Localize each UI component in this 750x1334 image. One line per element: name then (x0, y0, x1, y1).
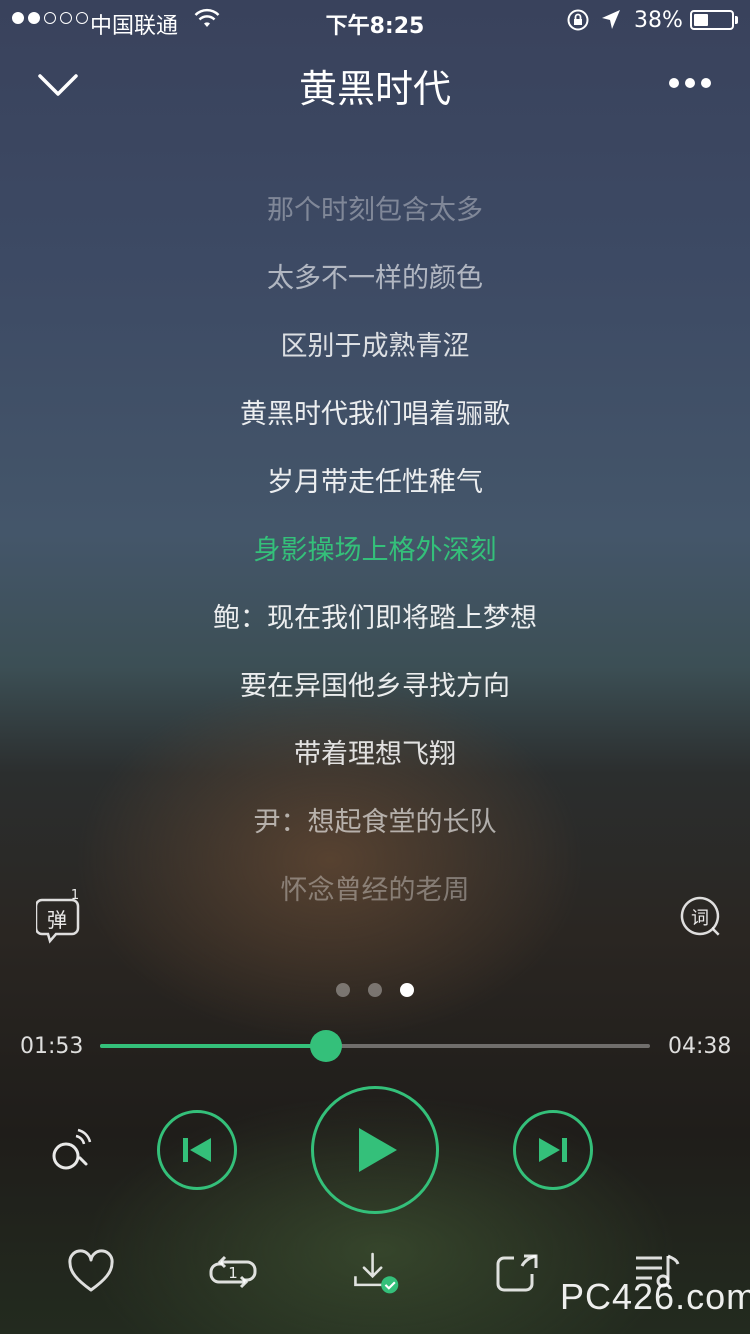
location-arrow-icon (602, 10, 620, 29)
watermark: PC426.com (560, 1276, 750, 1317)
share-icon[interactable] (494, 1248, 542, 1296)
lyric-line: 那个时刻包含太多 (267, 195, 483, 226)
play-button[interactable] (311, 1086, 439, 1214)
repeat-one-icon[interactable]: 1 (209, 1248, 257, 1296)
page-dot[interactable] (400, 983, 414, 997)
lyric-line: 尹：想起食堂的长队 (253, 807, 497, 838)
song-title: 黄黑时代 (298, 67, 451, 111)
page-indicator[interactable] (0, 983, 750, 997)
status-bar: 中国联通 下午8:25 38% (0, 0, 750, 40)
lyric-line: 岁月带走任性稚气 (267, 467, 483, 498)
page-dot[interactable] (368, 983, 382, 997)
battery-icon (690, 10, 734, 30)
rotation-lock-icon (567, 9, 589, 31)
radio-icon[interactable] (46, 1126, 94, 1174)
skip-previous-icon (183, 1138, 211, 1162)
current-time: 01:53 (20, 1034, 84, 1059)
danmu-label: 弹 (47, 908, 67, 932)
skip-next-icon (539, 1138, 567, 1162)
page-dot[interactable] (336, 983, 350, 997)
lyric-line: 鲍：现在我们即将踏上梦想 (213, 603, 537, 634)
battery-tip (735, 16, 738, 24)
danmu-count: 1 (71, 888, 79, 903)
lyric-line: 黄黑时代我们唱着骊歌 (240, 399, 510, 430)
download-done-icon[interactable] (352, 1248, 400, 1296)
lyric-line: 怀念曾经的老周 (280, 875, 470, 906)
total-time: 04:38 (668, 1034, 732, 1059)
play-icon (359, 1128, 397, 1172)
battery-percent: 38% (634, 8, 683, 33)
progress-knob[interactable] (309, 1030, 342, 1062)
progress-fill (100, 1044, 326, 1048)
lyric-line: 要在异国他乡寻找方向 (240, 671, 510, 702)
lyric-line: 太多不一样的颜色 (267, 263, 483, 294)
heart-icon[interactable] (67, 1248, 115, 1296)
next-button[interactable] (513, 1110, 593, 1190)
lyric-line: 区别于成熟青涩 (280, 331, 470, 362)
lyric-line-current: 身影操场上格外深刻 (253, 535, 497, 566)
progress-track[interactable] (100, 1044, 650, 1048)
more-dots-icon[interactable] (668, 76, 712, 90)
lyric-line: 带着理想飞翔 (294, 739, 456, 770)
repeat-badge: 1 (228, 1264, 238, 1282)
previous-button[interactable] (157, 1110, 237, 1190)
lyric-toggle-label: 词 (691, 908, 709, 929)
danmu-button[interactable]: 弹 1 (36, 886, 86, 944)
lyric-toggle-button[interactable]: 词 (676, 894, 724, 942)
